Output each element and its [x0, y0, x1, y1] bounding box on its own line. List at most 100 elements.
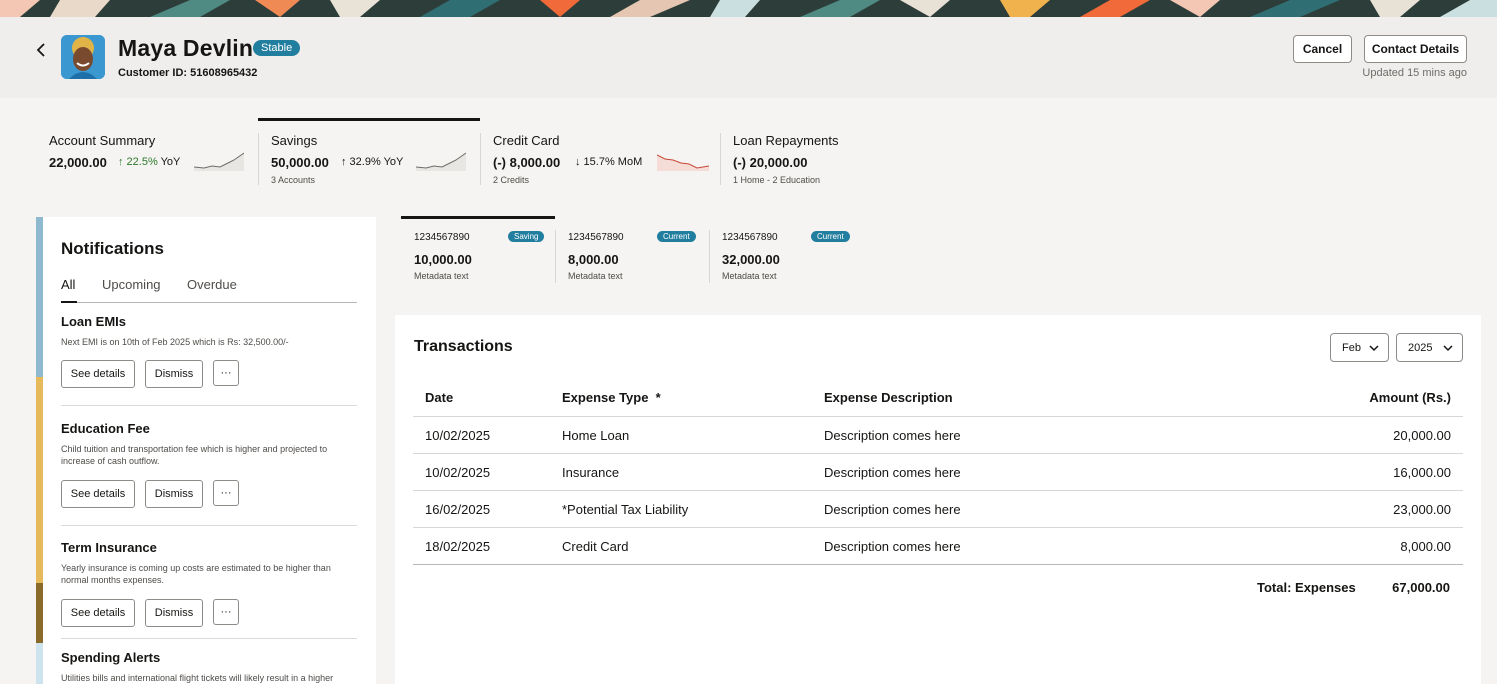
- cell-date: 18/02/2025: [413, 527, 550, 565]
- kpi-label: Savings: [271, 133, 318, 148]
- kpi-divider: [258, 133, 259, 185]
- cell-expense-type: Insurance: [550, 453, 812, 491]
- dismiss-button[interactable]: Dismiss: [145, 480, 203, 508]
- year-select[interactable]: 2025: [1396, 333, 1463, 362]
- total-value: 67,000.00: [1392, 580, 1450, 595]
- divider: [61, 525, 357, 526]
- see-details-button[interactable]: See details: [61, 599, 135, 627]
- tab-upcoming[interactable]: Upcoming: [102, 277, 161, 292]
- contact-details-button[interactable]: Contact Details: [1364, 35, 1467, 63]
- kpi-change: ↑ 32.9% YoY: [341, 156, 403, 168]
- active-tab-indicator: [61, 301, 77, 303]
- cell-amount: 16,000.00: [1125, 453, 1463, 491]
- more-options-icon[interactable]: ···: [213, 480, 239, 506]
- kpi-change-value: ↓ 15.7%: [575, 156, 615, 168]
- updated-timestamp: Updated 15 mins ago: [1362, 67, 1467, 79]
- notifications-panel: Notifications All Upcoming Overdue Loan …: [36, 217, 376, 684]
- notification-title: Spending Alerts: [61, 650, 161, 665]
- customer-id: Customer ID: 51608965432: [118, 67, 258, 79]
- cell-description: Description comes here: [812, 527, 1125, 565]
- month-select[interactable]: Feb: [1330, 333, 1389, 362]
- dismiss-button[interactable]: Dismiss: [145, 360, 203, 388]
- sparkline-up-icon: [416, 152, 466, 171]
- column-header-expense-type[interactable]: Expense Type *: [550, 379, 812, 417]
- sparkline-up-icon: [194, 152, 244, 171]
- cell-expense-type: Credit Card: [550, 527, 812, 565]
- account-amount: 10,000.00: [414, 252, 472, 267]
- notification-title: Education Fee: [61, 421, 150, 436]
- cell-description: Description comes here: [812, 416, 1125, 454]
- stripe-info: [36, 643, 43, 684]
- divider: [61, 638, 357, 639]
- kpi-change-period: YoY: [380, 156, 404, 168]
- table-row[interactable]: 10/02/2025 Insurance Description comes h…: [413, 453, 1463, 491]
- year-value: 2025: [1408, 341, 1433, 354]
- account-meta: Metadata text: [722, 271, 777, 281]
- decorative-banner: [0, 0, 1497, 17]
- kpi-divider: [720, 133, 721, 185]
- column-header-description[interactable]: Expense Description: [812, 379, 1125, 417]
- column-header-amount[interactable]: Amount (Rs.): [1125, 379, 1463, 417]
- cell-description: Description comes here: [812, 490, 1125, 528]
- cell-amount: 20,000.00: [1125, 416, 1463, 454]
- tab-all[interactable]: All: [61, 277, 75, 292]
- notification-title: Term Insurance: [61, 540, 157, 555]
- see-details-button[interactable]: See details: [61, 480, 135, 508]
- kpi-loan-repayments[interactable]: Loan Repayments (-) 20,000.00 1 Home - 2…: [733, 118, 933, 190]
- cell-description: Description comes here: [812, 453, 1125, 491]
- kpi-change-period: YoY: [157, 156, 181, 168]
- notification-desc: Yearly insurance is coming up costs are …: [61, 563, 331, 585]
- see-details-button[interactable]: See details: [61, 360, 135, 388]
- account-type-badge: Current: [811, 231, 850, 242]
- kpi-change-value: ↑ 32.9%: [341, 156, 381, 168]
- kpi-label: Credit Card: [493, 133, 560, 148]
- transactions-panel: Transactions Feb 2025 Date Expense Type …: [395, 315, 1481, 684]
- customer-header: Maya Devlin Stable Customer ID: 51608965…: [0, 17, 1497, 98]
- table-row[interactable]: 18/02/2025 Credit Card Description comes…: [413, 527, 1463, 565]
- tab-overdue[interactable]: Overdue: [187, 277, 237, 292]
- back-arrow-icon[interactable]: [34, 41, 48, 59]
- more-options-icon[interactable]: ···: [213, 599, 239, 625]
- account-meta: Metadata text: [414, 271, 469, 281]
- account-card-current[interactable]: 1234567890 Current 8,000.00 Metadata tex…: [555, 217, 709, 283]
- cell-expense-type: Home Loan: [550, 416, 812, 454]
- table-row[interactable]: 16/02/2025 *Potential Tax Liability Desc…: [413, 490, 1463, 528]
- kpi-meta: 1 Home - 2 Education: [733, 175, 821, 185]
- cell-amount: 8,000.00: [1125, 527, 1463, 565]
- stripe-warning: [36, 377, 43, 583]
- transactions-table: Date Expense Type * Expense Description …: [413, 379, 1463, 565]
- customer-name: Maya Devlin: [118, 35, 254, 61]
- kpi-value: 50,000.00: [271, 155, 329, 170]
- kpi-value: (-) 20,000.00: [733, 155, 808, 170]
- account-type-badge: Saving: [508, 231, 545, 242]
- kpi-value: 22,000.00: [49, 155, 107, 170]
- column-header-date[interactable]: Date: [413, 379, 550, 417]
- account-amount: 8,000.00: [568, 252, 619, 267]
- kpi-account-summary[interactable]: Account Summary 22,000.00 ↑ 22.5% YoY: [49, 118, 249, 190]
- sparkline-down-icon: [657, 154, 709, 171]
- dismiss-button[interactable]: Dismiss: [145, 599, 203, 627]
- notification-desc: Child tuition and transportation fee whi…: [61, 444, 328, 466]
- stripe-overdue: [36, 583, 43, 643]
- chevron-down-icon: [1443, 345, 1453, 352]
- kpi-divider: [480, 133, 481, 185]
- more-options-icon[interactable]: ···: [213, 360, 239, 386]
- total-label: Total: Expenses: [1257, 580, 1356, 595]
- cancel-button[interactable]: Cancel: [1293, 35, 1352, 63]
- table-row[interactable]: 10/02/2025 Home Loan Description comes h…: [413, 416, 1463, 454]
- kpi-credit-card[interactable]: Credit Card (-) 8,000.00 ↓ 15.7% MoM 2 C…: [493, 118, 713, 190]
- kpi-change-period: MoM: [614, 156, 643, 168]
- notifications-title: Notifications: [61, 239, 164, 258]
- kpi-change: ↓ 15.7% MoM: [575, 156, 642, 168]
- account-meta: Metadata text: [568, 271, 623, 281]
- stripe-upcoming: [36, 217, 43, 377]
- account-card-saving[interactable]: 1234567890 Saving 10,000.00 Metadata tex…: [401, 217, 555, 283]
- account-card-current[interactable]: 1234567890 Current 32,000.00 Metadata te…: [709, 217, 863, 283]
- transactions-title: Transactions: [414, 338, 513, 355]
- kpi-savings[interactable]: Savings 50,000.00 ↑ 32.9% YoY 3 Accounts: [271, 118, 471, 190]
- cell-date: 16/02/2025: [413, 490, 550, 528]
- table-header-row: Date Expense Type * Expense Description …: [413, 379, 1463, 417]
- notification-tabs: All Upcoming Overdue: [61, 275, 357, 303]
- kpi-label: Loan Repayments: [733, 133, 839, 148]
- kpi-value: (-) 8,000.00: [493, 155, 561, 170]
